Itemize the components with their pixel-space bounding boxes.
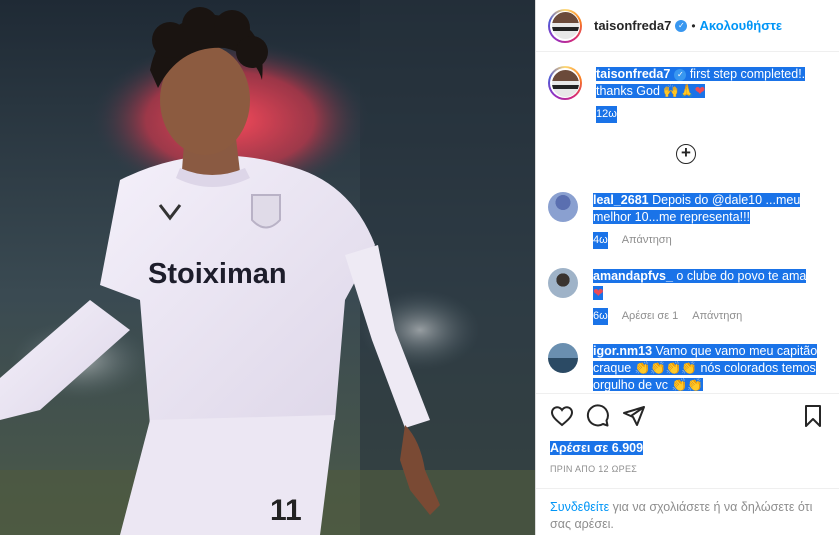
raising-hands-icon: 🙌 [663, 84, 679, 98]
commenter-avatar[interactable] [548, 343, 578, 373]
comment-username[interactable]: amandapfvs_ [593, 269, 673, 283]
verified-icon: ✓ [674, 68, 687, 81]
post-actions [536, 393, 839, 439]
commenter-avatar[interactable] [548, 192, 578, 222]
share-send-icon[interactable] [622, 404, 646, 428]
shirt-sponsor: Stoiximan [148, 258, 287, 290]
reply-button[interactable]: Απάντηση [622, 232, 672, 249]
comment-item: leal_2681 Depois do @dale10 ...meu melho… [548, 192, 828, 249]
caption-username[interactable]: taisonfreda7 [596, 67, 670, 81]
comment-username[interactable]: leal_2681 [593, 193, 649, 207]
caption-avatar[interactable] [548, 66, 582, 100]
comment-item: amandapfvs_ o clube do povo te ama ❤ 6ω … [548, 268, 828, 325]
clapping-hands-icon: 👏👏👏👏 [634, 361, 697, 375]
comment-text: o clube do povo te ama [676, 269, 807, 283]
shorts-number: 11 [270, 494, 302, 527]
praying-hands-icon: 🙏 [679, 84, 695, 98]
caption-time[interactable]: 12ω [596, 106, 617, 123]
author-username[interactable]: taisonfreda7 [594, 18, 671, 33]
comment-likes[interactable]: Αρέσει σε 1 [622, 308, 679, 325]
author-avatar[interactable] [548, 8, 582, 43]
comment-time[interactable]: 6ω [593, 308, 608, 325]
login-link[interactable]: Συνδεθείτε [550, 500, 609, 514]
separator-dot: • [691, 18, 696, 33]
post-caption: taisonfreda7 ✓ first step completed!. tha… [548, 66, 828, 123]
comment-item: igor.nm13 Vamo que vamo meu capitão craq… [548, 343, 828, 391]
bookmark-icon[interactable] [801, 404, 825, 428]
post-photo[interactable]: 11 Stoiximan [0, 0, 535, 535]
red-heart-icon: ❤ [694, 84, 706, 98]
commenter-avatar[interactable] [548, 268, 578, 298]
post-header: taisonfreda7 ✓ • Ακολουθήστε [536, 0, 839, 52]
load-more-comments-icon[interactable]: + [676, 144, 696, 164]
like-heart-icon[interactable] [550, 404, 574, 428]
post-timestamp[interactable]: ΠΡΙΝ ΑΠΟ 12 ΩΡΕΣ [550, 464, 637, 474]
comment-bubble-icon[interactable] [586, 404, 610, 428]
add-comment-prompt: Συνδεθείτε για να σχολιάσετε ή να δηλώσε… [536, 488, 839, 535]
likes-count[interactable]: Αρέσει σε 6.909 [550, 441, 644, 455]
follow-button[interactable]: Ακολουθήστε [700, 18, 783, 33]
verified-icon: ✓ [675, 19, 688, 32]
player-photo: 11 Stoiximan [0, 0, 535, 535]
clapping-hands-icon: 👏👏 [671, 378, 703, 391]
comment-username[interactable]: igor.nm13 [593, 344, 652, 358]
red-heart-icon: ❤ [593, 286, 604, 300]
post-sidebar: taisonfreda7 ✓ • Ακολουθήστε taisonfreda… [535, 0, 839, 535]
comment-time[interactable]: 4ω [593, 232, 608, 249]
reply-button[interactable]: Απάντηση [692, 308, 742, 325]
